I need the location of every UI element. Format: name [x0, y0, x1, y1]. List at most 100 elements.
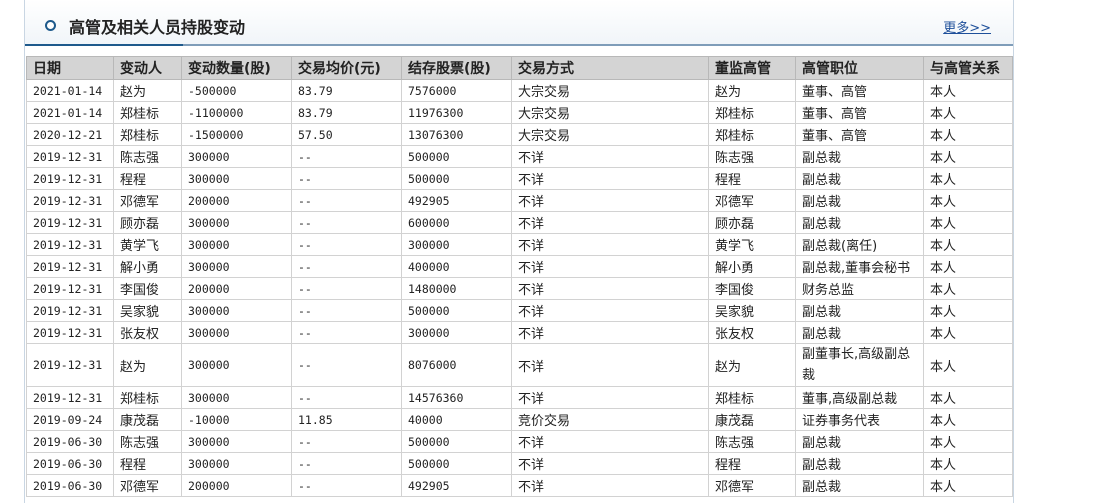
- cell-executive: 邓德军: [708, 189, 796, 212]
- cell-date: 2019-12-31: [26, 211, 114, 234]
- circle-bullet-icon: [45, 20, 56, 31]
- table-row: 2021-01-14 赵为 -500000 83.79 7576000 大宗交易 赵为 董事、…: [26, 79, 1013, 102]
- cell-relation: 本人: [923, 255, 1013, 278]
- cell-change-qty: 300000: [181, 211, 292, 234]
- column-header-trade-method: 交易方式: [511, 56, 709, 80]
- cell-executive: 郑桂标: [708, 123, 796, 146]
- table-row: 2019-06-30 程程 300000 -- 500000 不详 程程 副总裁 本人: [26, 452, 1013, 475]
- cell-position: 副总裁,董事会秘书: [795, 255, 924, 278]
- column-header-date: 日期: [26, 56, 114, 80]
- cell-person: 程程: [113, 167, 182, 190]
- cell-holding: 300000: [401, 233, 512, 256]
- cell-change-qty: -10000: [181, 408, 292, 431]
- cell-position: 董事,高级副总裁: [795, 386, 924, 409]
- cell-person: 顾亦磊: [113, 211, 182, 234]
- cell-position: 董事、高管: [795, 79, 924, 102]
- more-link[interactable]: 更多>>: [943, 17, 991, 36]
- table-row: 2019-12-31 解小勇 300000 -- 400000 不详 解小勇 副总裁,董事会秘…: [26, 255, 1013, 278]
- cell-holding: 500000: [401, 430, 512, 453]
- cell-avg-price: --: [291, 452, 402, 475]
- cell-date: 2019-12-31: [26, 189, 114, 212]
- cell-executive: 赵为: [708, 79, 796, 102]
- cell-change-qty: 200000: [181, 189, 292, 212]
- cell-trade-method: 不详: [511, 343, 709, 387]
- cell-person: 郑桂标: [113, 386, 182, 409]
- cell-holding: 500000: [401, 167, 512, 190]
- table-row: 2019-06-30 邓德军 200000 -- 492905 不详 邓德军 副总裁 本人: [26, 474, 1013, 497]
- cell-holding: 600000: [401, 211, 512, 234]
- holding-changes-table-wrap: 日期 变动人 变动数量(股) 交易均价(元) 结存股票(股) 交易方式 董监高管 高管职位 与高…: [26, 56, 1013, 497]
- cell-change-qty: 300000: [181, 343, 292, 387]
- cell-trade-method: 不详: [511, 299, 709, 322]
- cell-change-qty: 300000: [181, 167, 292, 190]
- cell-avg-price: 83.79: [291, 101, 402, 124]
- cell-position: 副总裁: [795, 452, 924, 475]
- cell-executive: 顾亦磊: [708, 211, 796, 234]
- cell-trade-method: 大宗交易: [511, 123, 709, 146]
- column-header-executive: 董监高管: [708, 56, 796, 80]
- cell-date: 2019-12-31: [26, 299, 114, 322]
- cell-executive: 吴家貌: [708, 299, 796, 322]
- cell-avg-price: --: [291, 299, 402, 322]
- cell-position: 副总裁: [795, 299, 924, 322]
- cell-executive: 陈志强: [708, 145, 796, 168]
- cell-avg-price: 11.85: [291, 408, 402, 431]
- cell-person: 陈志强: [113, 145, 182, 168]
- cell-person: 张友权: [113, 321, 182, 344]
- cell-avg-price: --: [291, 321, 402, 344]
- cell-executive: 李国俊: [708, 277, 796, 300]
- cell-position: 副总裁: [795, 474, 924, 497]
- cell-change-qty: 300000: [181, 321, 292, 344]
- cell-avg-price: --: [291, 211, 402, 234]
- cell-relation: 本人: [923, 189, 1013, 212]
- cell-person: 邓德军: [113, 474, 182, 497]
- cell-date: 2019-12-31: [26, 145, 114, 168]
- cell-avg-price: 57.50: [291, 123, 402, 146]
- cell-trade-method: 不详: [511, 145, 709, 168]
- cell-trade-method: 不详: [511, 189, 709, 212]
- table-row: 2019-12-31 邓德军 200000 -- 492905 不详 邓德军 副总裁 本人: [26, 189, 1013, 212]
- table-row: 2019-12-31 李国俊 200000 -- 1480000 不详 李国俊 财务总监 本人: [26, 277, 1013, 300]
- cell-holding: 13076300: [401, 123, 512, 146]
- cell-executive: 解小勇: [708, 255, 796, 278]
- cell-holding: 500000: [401, 452, 512, 475]
- cell-executive: 陈志强: [708, 430, 796, 453]
- cell-relation: 本人: [923, 167, 1013, 190]
- cell-person: 赵为: [113, 79, 182, 102]
- cell-avg-price: --: [291, 474, 402, 497]
- cell-date: 2019-09-24: [26, 408, 114, 431]
- cell-position: 副总裁: [795, 430, 924, 453]
- cell-date: 2019-06-30: [26, 430, 114, 453]
- cell-executive: 张友权: [708, 321, 796, 344]
- cell-relation: 本人: [923, 430, 1013, 453]
- cell-trade-method: 不详: [511, 430, 709, 453]
- cell-avg-price: --: [291, 430, 402, 453]
- column-header-avg-price: 交易均价(元): [291, 56, 402, 80]
- cell-relation: 本人: [923, 452, 1013, 475]
- cell-person: 黄学飞: [113, 233, 182, 256]
- cell-change-qty: 300000: [181, 430, 292, 453]
- cell-relation: 本人: [923, 79, 1013, 102]
- panel-title: 高管及相关人员持股变动: [69, 18, 246, 37]
- cell-relation: 本人: [923, 277, 1013, 300]
- cell-date: 2019-12-31: [26, 343, 114, 387]
- cell-person: 邓德军: [113, 189, 182, 212]
- cell-date: 2019-12-31: [26, 277, 114, 300]
- table-row: 2019-12-31 顾亦磊 300000 -- 600000 不详 顾亦磊 副总裁 本人: [26, 211, 1013, 234]
- cell-position: 董事、高管: [795, 101, 924, 124]
- cell-relation: 本人: [923, 123, 1013, 146]
- cell-position: 财务总监: [795, 277, 924, 300]
- cell-change-qty: 300000: [181, 145, 292, 168]
- cell-date: 2021-01-14: [26, 101, 114, 124]
- holding-changes-table: 日期 变动人 变动数量(股) 交易均价(元) 结存股票(股) 交易方式 董监高管 高管职位 与高…: [26, 56, 1013, 497]
- cell-trade-method: 不详: [511, 233, 709, 256]
- table-row: 2019-12-31 程程 300000 -- 500000 不详 程程 副总裁 本人: [26, 167, 1013, 190]
- cell-holding: 500000: [401, 145, 512, 168]
- cell-avg-price: 83.79: [291, 79, 402, 102]
- cell-executive: 赵为: [708, 343, 796, 387]
- cell-person: 程程: [113, 452, 182, 475]
- cell-position: 证券事务代表: [795, 408, 924, 431]
- cell-executive: 黄学飞: [708, 233, 796, 256]
- cell-change-qty: 200000: [181, 277, 292, 300]
- cell-change-qty: -1100000: [181, 101, 292, 124]
